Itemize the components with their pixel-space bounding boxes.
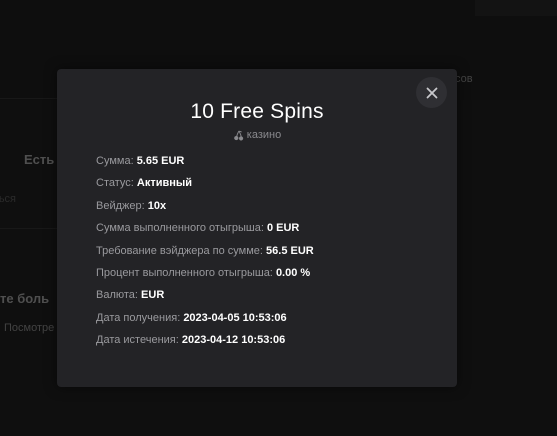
detail-label: Статус:	[96, 177, 134, 190]
close-icon	[426, 87, 437, 98]
detail-value: 56.5 EUR	[266, 244, 314, 257]
bonus-category-label: казино	[246, 129, 282, 141]
bonus-title: 10 Free Spins	[190, 100, 324, 123]
detail-value: EUR	[141, 289, 165, 302]
detail-label: Требование вэйджера по сумме:	[96, 244, 263, 257]
detail-value: 0.00 %	[275, 266, 311, 279]
bonus-details-modal: 10 Free Spins казино Сумма: 5.65 EUR Ста…	[57, 69, 457, 387]
detail-label: Процент выполненного отыгрыша:	[96, 266, 273, 279]
page: сов Есть Зарегистрироваться те боль Посм…	[0, 0, 557, 436]
detail-label: Сумма:	[96, 155, 134, 167]
detail-label: Дата получения:	[96, 311, 181, 324]
detail-value: 10x	[147, 199, 167, 212]
detail-row-status: Статус: Активный	[96, 176, 314, 198]
detail-row-amount: Сумма: 5.65 EUR	[96, 154, 314, 176]
detail-label: Вейджер:	[96, 199, 145, 212]
detail-value: 2023-04-12 10:53:06	[181, 334, 286, 347]
detail-row-wager: Вейджер: 10x	[96, 199, 314, 221]
detail-value: 5.65 EUR	[136, 155, 185, 167]
detail-row-currency: Валюта: EUR	[96, 288, 314, 310]
detail-row-expiry-date: Дата истечения: 2023-04-12 10:53:06	[96, 333, 314, 355]
detail-value: 0 EUR	[266, 222, 300, 235]
detail-row-wagered-amount: Сумма выполненного отыгрыша: 0 EUR	[96, 221, 314, 243]
cherry-icon	[233, 130, 243, 141]
bonus-category: казино	[57, 129, 457, 141]
detail-value: 2023-04-05 10:53:06	[183, 311, 287, 324]
detail-value: Активный	[136, 177, 193, 190]
detail-row-wager-percent: Процент выполненного отыгрыша: 0.00 %	[96, 266, 314, 288]
detail-label: Сумма выполненного отыгрыша:	[96, 222, 264, 235]
bonus-details-list: Сумма: 5.65 EUR Статус: Активный Вейджер…	[96, 154, 314, 356]
detail-row-received-date: Дата получения: 2023-04-05 10:53:06	[96, 311, 314, 333]
detail-label: Валюта:	[96, 289, 138, 302]
detail-row-wager-requirement: Требование вэйджера по сумме: 56.5 EUR	[96, 244, 314, 266]
detail-label: Дата истечения:	[96, 334, 179, 347]
